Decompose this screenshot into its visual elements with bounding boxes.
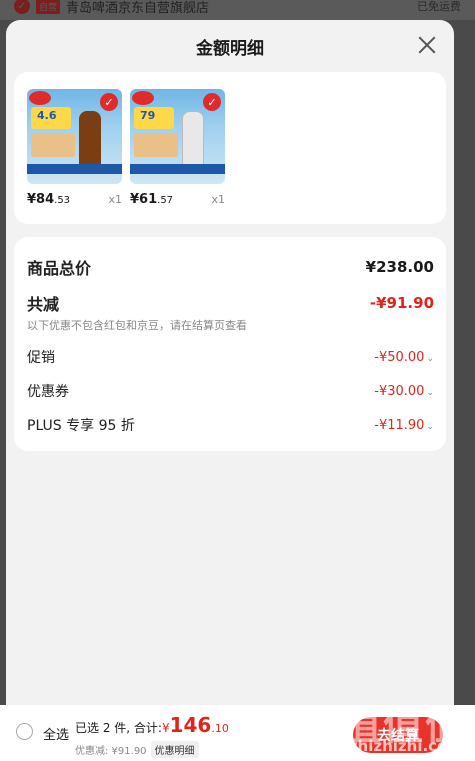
product-item[interactable]: 79 ✓ ¥61.57 x1 — [130, 89, 225, 207]
product-quantity: x1 — [211, 193, 225, 206]
brand-logo-icon — [132, 91, 154, 105]
product-card: 4.6 ✓ ¥84.53 x1 79 ✓ ¥61.57 x1 — [14, 72, 446, 224]
plus-discount-label: PLUS 专享 95 折 — [27, 418, 135, 434]
total-amount: 146 — [169, 713, 212, 737]
total-value: ¥238.00 — [365, 258, 434, 276]
plus-discount-value: -¥11.90 — [374, 417, 425, 433]
promo-price: 79 — [140, 109, 156, 122]
close-icon[interactable] — [416, 34, 438, 56]
discount-note: 以下优惠不包含红包和京豆，请在结算页查看 — [27, 319, 247, 332]
coupon-value: -¥30.00 — [374, 383, 425, 399]
discount-summary: 优惠减: ¥91.90 优惠明细 — [75, 741, 199, 758]
brand-logo-icon — [29, 91, 51, 105]
product-item[interactable]: 4.6 ✓ ¥84.53 x1 — [27, 89, 122, 207]
chevron-down-icon: ⌄ — [426, 353, 434, 364]
coupon-label: 优惠券 — [27, 384, 69, 400]
summary-card: 商品总价 ¥238.00 共减 -¥91.90 以下优惠不包含红包和京豆，请在结… — [14, 237, 446, 451]
beer-bottle-icon — [79, 111, 101, 171]
select-all-radio[interactable] — [16, 723, 33, 740]
total-price-row: 商品总价 ¥238.00 — [27, 255, 434, 279]
product-quantity: x1 — [108, 193, 122, 206]
reduce-row: 共减 -¥91.90 — [27, 291, 434, 315]
check-icon: ✓ — [14, 0, 30, 14]
plus-discount-row[interactable]: PLUS 专享 95 折 -¥11.90 ⌄ — [27, 415, 434, 435]
promotion-value: -¥50.00 — [374, 349, 425, 365]
checkout-button[interactable]: 去结算 — [353, 717, 443, 753]
product-thumbnail: 4.6 ✓ — [27, 89, 122, 184]
total-label: 商品总价 — [27, 259, 92, 278]
reduce-label: 共减 — [27, 295, 60, 314]
selected-summary: 已选 2 件, 合计:¥146.10 — [75, 713, 229, 737]
promotion-label: 促销 — [27, 350, 55, 366]
coupon-row[interactable]: 优惠券 -¥30.00 ⌄ — [27, 381, 434, 401]
checkout-bar: 全选 已选 2 件, 合计:¥146.10 优惠减: ¥91.90 优惠明细 去结… — [0, 705, 475, 761]
promo-price: 4.6 — [37, 109, 57, 122]
beer-can-icon — [182, 111, 204, 171]
shipping-status: 已免运费 — [417, 0, 461, 13]
promotion-row[interactable]: 促销 -¥50.00 ⌄ — [27, 347, 434, 367]
selected-check-icon: ✓ — [100, 93, 118, 111]
discount-detail-button[interactable]: 优惠明细 — [150, 741, 199, 758]
amount-detail-sheet: 金额明细 4.6 ✓ ¥84.53 x1 79 ✓ ¥61.57 x1 商品总价… — [6, 20, 454, 761]
product-thumbnail: 79 ✓ — [130, 89, 225, 184]
self-operated-badge: 自营 — [36, 0, 61, 14]
select-all-label[interactable]: 全选 — [43, 724, 69, 743]
product-price: ¥84.53 — [27, 192, 71, 207]
product-price: ¥61.57 — [130, 192, 174, 207]
store-header: ✓ 自营 青岛啤酒京东自营旗舰店 已免运费 — [0, 0, 475, 20]
store-name: 青岛啤酒京东自营旗舰店 — [66, 0, 210, 16]
sheet-title: 金额明细 — [196, 39, 264, 59]
selected-check-icon: ✓ — [203, 93, 221, 111]
reduce-value: -¥91.90 — [369, 294, 434, 312]
chevron-down-icon: ⌄ — [426, 387, 434, 398]
chevron-down-icon: ⌄ — [426, 421, 434, 432]
